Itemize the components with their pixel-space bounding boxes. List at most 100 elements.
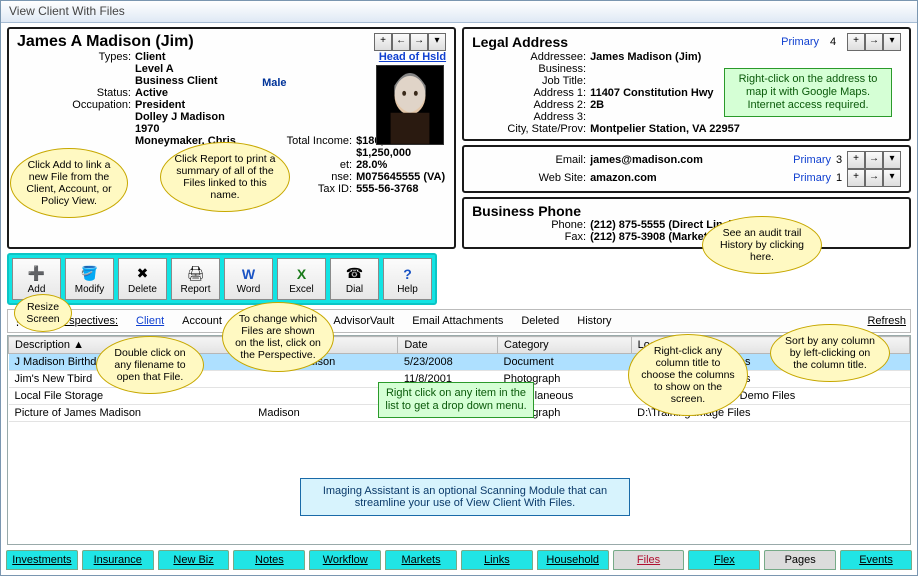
client-type-3: Business Client [135,75,218,87]
city-state: Montpelier Station, VA 22957 [590,123,740,135]
delete-button[interactable]: ✖Delete [118,258,167,300]
report-button[interactable]: 🖨Report [171,258,220,300]
tax-id: 555-56-3768 [356,183,418,195]
address-primary-link[interactable]: Primary [781,36,819,48]
client-type-2: Level A [135,63,174,75]
tab-markets[interactable]: Markets [385,550,457,570]
dial-button[interactable]: ☎Dial [330,258,379,300]
col-category[interactable]: Category [498,337,632,354]
tab-notes[interactable]: Notes [233,550,305,570]
tab-files[interactable]: Files [613,550,685,570]
bottom-tab-strip: InvestmentsInsuranceNew BizNotesWorkflow… [6,550,912,570]
plus-icon: ➕ [27,264,47,284]
refresh-link[interactable]: Refresh [867,315,906,327]
client-occupation: President [135,99,185,111]
client-nav-prev[interactable]: ← [392,33,410,51]
printer-icon: 🖨 [186,264,206,284]
excel-button[interactable]: XExcel [277,258,326,300]
email-nav-drop[interactable]: ▾ [883,151,901,169]
web-nav-add[interactable]: + [847,169,865,187]
callout-history: See an audit trail History by clicking h… [702,216,822,274]
cell-date: 5/23/2008 [398,354,498,371]
web-nav-drop[interactable]: ▾ [883,169,901,187]
cell-file [252,388,398,405]
perspective-client[interactable]: Client [136,315,164,327]
website-value: amazon.com [590,172,793,184]
tab-household[interactable]: Household [537,550,609,570]
client-portrait [376,65,444,145]
callout-imaging-assistant: Imaging Assistant is an optional Scannin… [300,478,630,516]
callout-sort: Sort by any column by left-clicking on t… [770,324,890,382]
address-count: 4 [825,36,841,48]
client-type-1: Client [135,51,166,63]
client-nav-arrows: + ← → ▾ [374,33,446,51]
phone-icon: ☎ [345,264,365,284]
web-count: 1 [831,172,847,184]
cell-desc: Picture of James Madison [9,405,253,422]
address-nav-drop[interactable]: ▾ [883,33,901,51]
client-year: 1970 [135,123,159,135]
callout-right-click-list: Right click on any item in the list to g… [378,382,534,418]
address1: 11407 Constitution Hwy [590,87,713,99]
perspective-history[interactable]: History [577,315,611,327]
tab-events[interactable]: Events [840,550,912,570]
tab-flex[interactable]: Flex [688,550,760,570]
file-toolbar: ➕Add 🪣Modify ✖Delete 🖨Report WWord XExce… [7,253,437,305]
tab-new-biz[interactable]: New Biz [158,550,230,570]
web-nav-next[interactable]: → [865,169,883,187]
net-worth: $1,250,000 [356,147,411,159]
client-nav-drop[interactable]: ▾ [428,33,446,51]
tab-links[interactable]: Links [461,550,533,570]
client-spouse: Dolley J Madison [135,111,225,123]
perspective-account[interactable]: Account [182,315,222,327]
address-nav-add[interactable]: + [847,33,865,51]
word-button[interactable]: WWord [224,258,273,300]
address-nav-next[interactable]: → [865,33,883,51]
callout-resize: Resize Screen [14,294,72,332]
callout-map-address: Right-click on the address to map it wit… [724,68,892,117]
cell-cat: Document [498,354,632,371]
client-status: Active [135,87,168,99]
perspectives-bar: ⋮⋮ Perspectives: Client Account Policy A… [7,309,911,333]
web-primary-link[interactable]: Primary [793,172,831,184]
email-count: 3 [831,154,847,166]
client-nav-add[interactable]: + [374,33,392,51]
word-icon: W [239,264,259,284]
help-icon: ? [398,264,418,284]
sort-asc-icon: ▲ [73,339,84,351]
addressee: James Madison (Jim) [590,51,701,63]
email-nav-next[interactable]: → [865,151,883,169]
col-date[interactable]: Date [398,337,498,354]
client-name: James A Madison (Jim) [17,33,194,51]
callout-perspective: To change which Files are shown on the l… [222,302,334,372]
help-button[interactable]: ?Help [383,258,432,300]
head-of-household-link[interactable]: Head of Hsld [379,51,446,63]
perspective-deleted[interactable]: Deleted [521,315,559,327]
gender-label: Male [262,77,286,89]
tab-pages[interactable]: Pages [764,550,836,570]
tab-investments[interactable]: Investments [6,550,78,570]
tab-workflow[interactable]: Workflow [309,550,381,570]
address-heading: Legal Address [472,34,568,50]
delete-icon: ✖ [133,264,153,284]
callout-add: Click Add to link a new File from the Cl… [10,148,128,218]
callout-columns: Right-click any column title to choose t… [628,334,748,416]
modify-button[interactable]: 🪣Modify [65,258,114,300]
perspective-advisorvault[interactable]: AdvisorVault [333,315,394,327]
tax-bracket: 28.0% [356,159,387,171]
window-title: View Client With Files [1,1,917,23]
cell-file [252,371,398,388]
perspective-email-attachments[interactable]: Email Attachments [412,315,503,327]
contact-panel: Email: james@madison.com Primary 3 + → ▾… [462,145,911,193]
license: M075645555 (VA) [356,171,445,183]
email-primary-link[interactable]: Primary [793,154,831,166]
client-nav-next[interactable]: → [410,33,428,51]
phone-panel: Business Phone Phone:(212) 875-5555 (Dir… [462,197,911,249]
email-value: james@madison.com [590,154,793,166]
phone-heading: Business Phone [472,203,581,219]
tab-insurance[interactable]: Insurance [82,550,154,570]
callout-report: Click Report to print a summary of all o… [160,142,290,212]
bucket-icon: 🪣 [80,264,100,284]
address2: 2B [590,99,604,111]
email-nav-add[interactable]: + [847,151,865,169]
